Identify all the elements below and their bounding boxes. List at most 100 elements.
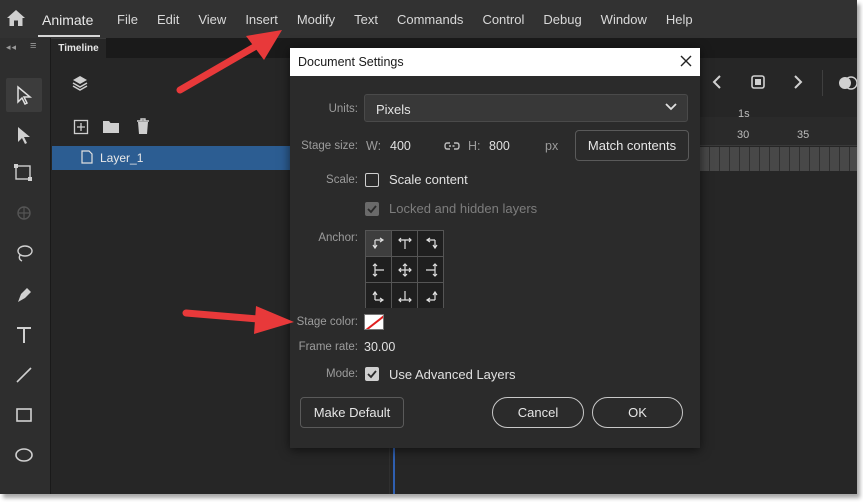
home-icon[interactable] [6, 9, 26, 27]
menu-control[interactable]: Control [482, 12, 524, 27]
new-layer-icon[interactable] [73, 119, 89, 135]
height-field[interactable]: 800 [489, 139, 510, 153]
units-label: Units: [328, 103, 358, 115]
anchor-grid [365, 230, 444, 308]
anchor-bottom-left[interactable] [366, 283, 391, 308]
anchor-top-left[interactable] [366, 231, 391, 256]
menu-window[interactable]: Window [601, 12, 647, 27]
app-name-underline [38, 35, 100, 37]
anchor-bottom-right[interactable] [418, 283, 443, 308]
ruler-seconds-label: 1s [738, 108, 750, 120]
pen-icon [18, 288, 31, 302]
menu-help[interactable]: Help [666, 12, 693, 27]
menu-text[interactable]: Text [354, 12, 378, 27]
cancel-button[interactable]: Cancel [492, 397, 584, 428]
3d-rotation-icon [17, 206, 31, 220]
subselection-tool[interactable] [6, 118, 42, 152]
stage-size-label: Stage size: [301, 140, 358, 152]
timeline-ruler[interactable]: 1s 30 35 [700, 108, 857, 146]
new-folder-icon[interactable] [102, 119, 120, 134]
rectangle-tool[interactable] [6, 398, 42, 432]
ruler-frame-label: 35 [797, 129, 810, 141]
text-tool-icon [17, 327, 31, 343]
link-icon[interactable] [444, 138, 460, 154]
height-label: H: [468, 139, 481, 153]
insert-keyframe-icon[interactable] [750, 74, 766, 90]
no-color-slash [365, 315, 383, 329]
subselection-arrow-icon [18, 127, 30, 144]
3d-rotation-tool[interactable] [6, 196, 42, 230]
locked-hidden-label: Locked and hidden layers [389, 201, 538, 216]
oval-tool[interactable] [6, 438, 42, 472]
layer-name[interactable]: Layer_1 [100, 151, 143, 165]
ok-button[interactable]: OK [592, 397, 683, 428]
lasso-icon [17, 245, 33, 262]
anchor-middle-left[interactable] [366, 257, 391, 282]
delete-icon[interactable] [135, 117, 151, 135]
size-unit: px [545, 139, 559, 153]
app-name: Animate [42, 12, 94, 28]
advanced-layers-label: Use Advanced Layers [389, 367, 516, 382]
stage-color-label: Stage color: [296, 316, 358, 328]
units-value[interactable]: Pixels [376, 102, 411, 117]
free-transform-icon [14, 164, 32, 181]
units-dropdown[interactable] [364, 94, 688, 122]
anchor-arrows-icon [397, 262, 412, 277]
checkmark-icon [367, 205, 377, 214]
scale-label: Scale: [326, 174, 358, 186]
menu-modify[interactable]: Modify [297, 12, 335, 27]
mode-label: Mode: [326, 368, 358, 380]
make-default-button[interactable]: Make Default [300, 397, 404, 428]
lasso-tool[interactable] [6, 236, 42, 270]
width-field[interactable]: 400 [390, 139, 411, 153]
playback-controls [700, 66, 857, 100]
anchor-arrows-icon [425, 237, 437, 249]
tab-timeline[interactable]: Timeline [51, 38, 106, 59]
anchor-bottom-center[interactable] [392, 283, 417, 308]
advanced-layers-checkbox[interactable] [365, 367, 379, 381]
anchor-top-right[interactable] [418, 231, 443, 256]
anchor-arrows-icon [425, 290, 437, 302]
frame-cells[interactable] [700, 147, 857, 171]
match-contents-button[interactable]: Match contents [575, 130, 689, 161]
free-transform-tool[interactable] [6, 156, 42, 190]
scale-content-checkbox[interactable] [365, 173, 379, 187]
anchor-arrows-icon [372, 262, 384, 277]
step-back-icon[interactable] [712, 75, 722, 89]
layers-icon[interactable] [71, 74, 89, 92]
close-icon[interactable] [679, 54, 693, 68]
scale-content-label: Scale content [389, 172, 468, 187]
selection-tool[interactable] [6, 78, 42, 112]
rectangle-icon [16, 408, 32, 422]
ruler-frame-label: 30 [737, 129, 750, 141]
checkmark-icon [367, 370, 377, 379]
panel-menu-icon[interactable]: ≡ [30, 40, 36, 52]
controls-separator [822, 70, 823, 96]
anchor-label: Anchor: [318, 232, 358, 244]
selection-arrow-icon [17, 85, 33, 105]
anchor-arrows-icon [372, 237, 384, 249]
line-tool[interactable] [6, 358, 42, 392]
frame-rate-label: Frame rate: [298, 341, 358, 353]
chevron-down-icon[interactable] [665, 103, 677, 111]
stage-color-swatch[interactable] [364, 314, 384, 330]
annotation-arrow-icon [182, 306, 294, 334]
width-label: W: [366, 139, 382, 153]
pen-tool[interactable] [6, 278, 42, 312]
menu-commands[interactable]: Commands [397, 12, 463, 27]
tools-panel: ◂◂ ≡ [0, 38, 51, 494]
text-tool[interactable] [6, 318, 42, 352]
menu-debug[interactable]: Debug [543, 12, 581, 27]
frame-rate-field[interactable]: 30.00 [364, 340, 395, 354]
anchor-top-center[interactable] [392, 231, 417, 256]
playhead[interactable] [393, 440, 395, 494]
menu-file[interactable]: File [117, 12, 138, 27]
collapse-icon[interactable]: ◂◂ [6, 42, 17, 53]
anchor-center[interactable] [392, 257, 417, 282]
onion-skin-icon[interactable] [838, 74, 857, 92]
dialog-title: Document Settings [298, 55, 404, 69]
step-forward-icon[interactable] [793, 75, 803, 89]
app-window: Animate File Edit View Insert Modify Tex… [0, 0, 857, 494]
anchor-middle-right[interactable] [418, 257, 443, 282]
anchor-arrows-icon [425, 262, 437, 277]
